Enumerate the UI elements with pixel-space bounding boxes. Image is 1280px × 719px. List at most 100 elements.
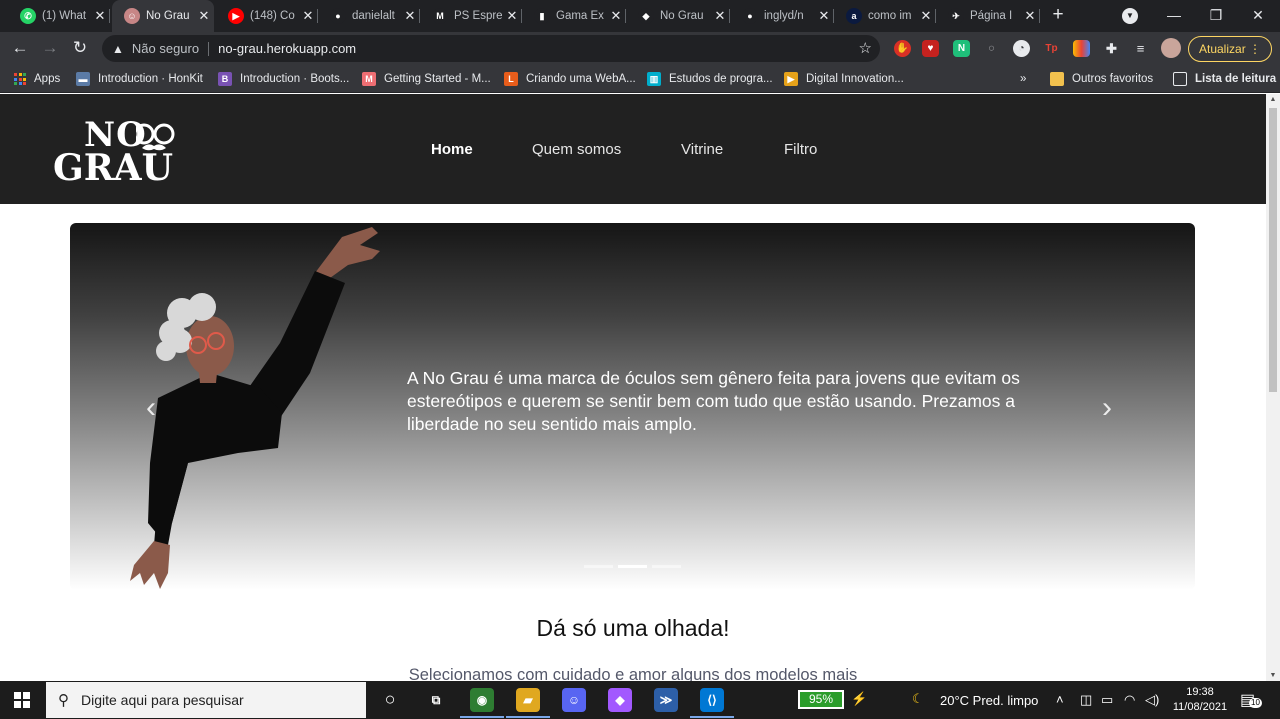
bookmark-item[interactable]: L Criando uma WebA... <box>504 71 636 87</box>
maximize-button[interactable]: ❐ <box>1194 0 1238 32</box>
browser-tab[interactable]: ● danielalt ✕ <box>318 0 420 32</box>
close-tab-icon[interactable]: ✕ <box>1020 8 1040 24</box>
scroll-up-arrow-icon[interactable]: ▲ <box>1269 96 1277 103</box>
browser-tab[interactable]: ☺ No Grau ✕ <box>112 0 214 32</box>
minimize-button[interactable]: — <box>1152 0 1196 32</box>
bookmarks-overflow-button[interactable]: » <box>1020 71 1026 87</box>
address-bar[interactable]: ▲ Não seguro no-grau.herokuapp.com ☆ <box>102 35 880 62</box>
scroll-down-arrow-icon[interactable]: ▼ <box>1269 672 1277 679</box>
browser-tab[interactable]: ◆ No Grau ✕ <box>626 0 730 32</box>
colorzilla-extension-icon[interactable] <box>1073 40 1090 57</box>
tp-extension-icon[interactable]: Tp <box>1043 40 1060 57</box>
scroll-thumb[interactable] <box>1269 108 1277 392</box>
weather-text[interactable]: 20°C Pred. limpo <box>940 693 1038 708</box>
browser-tab[interactable]: ● inglyd/n ✕ <box>730 0 834 32</box>
volume-icon[interactable]: ◁) <box>1145 692 1159 708</box>
battery-indicator[interactable]: 95% <box>798 690 844 709</box>
close-tab-icon[interactable]: ✕ <box>710 8 730 24</box>
nav-link-vitrine[interactable]: Vitrine <box>681 141 723 158</box>
wifi-icon[interactable]: ◠ <box>1124 692 1135 708</box>
nav-link-filtro[interactable]: Filtro <box>784 141 817 158</box>
bookmark-item[interactable]: ▶ Digital Innovation... <box>784 71 904 87</box>
chrome-icon[interactable]: ◉ <box>470 688 494 712</box>
carousel-indicator[interactable] <box>584 565 613 568</box>
tab-title: No Grau <box>146 10 190 22</box>
tab-search-icon[interactable]: ▼ <box>1122 8 1138 24</box>
nav-link-home[interactable]: Home <box>431 141 473 158</box>
meet-now-icon[interactable]: ◫ <box>1080 692 1092 708</box>
no-grau-logo[interactable]: NO GRAU <box>52 118 198 188</box>
apps-grid-icon <box>14 73 26 85</box>
tray-chevron-icon[interactable]: ˄ <box>1056 692 1064 707</box>
carousel-indicator[interactable] <box>618 565 647 568</box>
other-bookmarks-folder[interactable]: Outros favoritos <box>1050 71 1153 87</box>
new-tab-button[interactable]: + <box>1046 4 1070 28</box>
extensions-puzzle-icon[interactable]: ✚ <box>1103 40 1120 57</box>
windows-start-icon[interactable] <box>14 692 30 708</box>
close-tab-icon[interactable]: ✕ <box>606 8 626 24</box>
tab-separator <box>109 9 110 23</box>
not-secure-label: Não seguro <box>131 41 200 56</box>
task-view-icon[interactable]: ⧉ <box>424 688 448 712</box>
bookmark-label: Apps <box>34 73 61 85</box>
profile-avatar[interactable] <box>1161 38 1181 58</box>
url-text[interactable]: no-grau.herokuapp.com <box>218 41 356 56</box>
close-tab-icon[interactable]: ✕ <box>916 8 936 24</box>
close-tab-icon[interactable]: ✕ <box>194 8 214 24</box>
no-grau-favicon-icon: ☺ <box>124 8 140 24</box>
cortana-icon[interactable]: ○ <box>378 688 402 712</box>
shield-extension-icon[interactable]: ♥ <box>922 40 939 57</box>
close-tab-icon[interactable]: ✕ <box>90 8 110 24</box>
powershell-icon[interactable]: ≫ <box>654 688 678 712</box>
close-window-button[interactable]: ✕ <box>1236 0 1280 32</box>
trello-icon: ▥ <box>647 72 661 86</box>
section-title: Dá só uma olhada! <box>536 615 730 641</box>
tab-title: No Grau <box>660 10 704 22</box>
bookmark-item[interactable]: M Getting Started - M... <box>362 71 491 87</box>
browser-tab[interactable]: ▮ Gama Ex ✕ <box>522 0 626 32</box>
folder-icon <box>1050 72 1064 86</box>
taskbar-search-box[interactable]: ⚲ Digite aqui para pesquisar <box>46 682 366 718</box>
notification-center-icon[interactable]: ▤ 10 <box>1240 690 1264 710</box>
figma-app-icon[interactable]: ◆ <box>608 688 632 712</box>
browser-tab[interactable]: M PS Espre ✕ <box>420 0 522 32</box>
discord-icon[interactable]: ☺ <box>562 688 586 712</box>
browser-tab[interactable]: ✈ Página I ✕ <box>936 0 1040 32</box>
adblock-extension-icon[interactable]: ✋ <box>894 40 911 57</box>
close-tab-icon[interactable]: ✕ <box>814 8 834 24</box>
update-button[interactable]: Atualizar ⋮ <box>1188 36 1272 62</box>
bookmark-item[interactable]: ▬ Introduction · HonKit <box>76 71 203 87</box>
bookmark-item[interactable]: ▥ Estudos de progra... <box>647 71 773 87</box>
vscode-icon[interactable]: ⟨⟩ <box>700 688 724 712</box>
tab-title: (148) Co <box>250 10 295 22</box>
browser-tab[interactable]: ▶ (148) Co ✕ <box>216 0 318 32</box>
close-tab-icon[interactable]: ✕ <box>298 8 318 24</box>
menu-dots-icon: ⋮ <box>1249 42 1261 56</box>
battery-tray-icon[interactable]: ▭ <box>1101 692 1113 708</box>
file-explorer-icon[interactable]: ▰ <box>516 688 540 712</box>
carousel-indicator[interactable] <box>652 565 681 568</box>
carousel-next-button[interactable]: › <box>1102 391 1112 425</box>
reload-button[interactable]: ↻ <box>68 36 92 60</box>
system-clock[interactable]: 19:38 11/08/2021 <box>1168 685 1232 715</box>
nav-link-quem-somos[interactable]: Quem somos <box>532 141 621 158</box>
notion-extension-icon[interactable]: N <box>953 40 970 57</box>
bookmark-item[interactable]: B Introduction · Boots... <box>218 71 349 87</box>
browser-tab[interactable]: ✆ (1) What ✕ <box>8 0 110 32</box>
web-page: NO GRAU Home Quem somos Vitrine Filtro A… <box>0 94 1266 681</box>
bookmark-item[interactable]: Apps <box>14 71 60 87</box>
divider <box>208 41 210 56</box>
close-tab-icon[interactable]: ✕ <box>400 8 420 24</box>
reading-list-button[interactable]: Lista de leitura <box>1173 71 1276 87</box>
speed-extension-icon[interactable]: ◔ <box>1013 40 1030 57</box>
media-control-icon[interactable]: ≡ <box>1132 40 1149 57</box>
page-scrollbar[interactable]: ▲ ▼ <box>1266 94 1280 681</box>
close-tab-icon[interactable]: ✕ <box>502 8 522 24</box>
forward-button[interactable]: → <box>38 36 62 60</box>
back-button[interactable]: ← <box>8 36 32 60</box>
browser-tab[interactable]: a como im ✕ <box>834 0 936 32</box>
bookmark-star-icon[interactable]: ☆ <box>859 39 872 57</box>
carousel-prev-button[interactable]: ‹ <box>146 391 156 425</box>
tab-title: danielalt <box>352 10 395 22</box>
lightbulb-extension-icon[interactable]: ◌ <box>983 40 1000 57</box>
